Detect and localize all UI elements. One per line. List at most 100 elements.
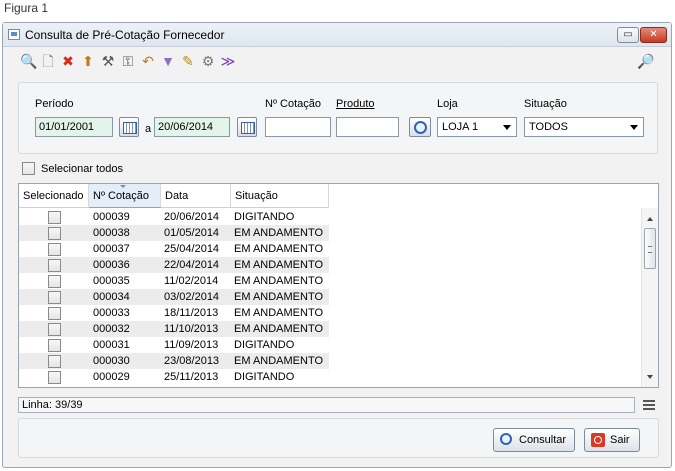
situacao-cell: EM ANDAMENTO (234, 323, 324, 335)
table-row[interactable]: 000036 22/04/2014 EM ANDAMENTO (19, 257, 329, 273)
key-icon[interactable]: ⚿ (120, 53, 136, 69)
row-select-cell[interactable] (48, 225, 61, 241)
column-header-cotacao[interactable]: Nº Cotação (89, 184, 161, 208)
table-row[interactable]: 000034 03/02/2014 EM ANDAMENTO (19, 289, 329, 305)
row-select-cell[interactable] (48, 321, 61, 337)
row-checkbox[interactable] (48, 227, 61, 241)
cotacao-cell: 000039 (93, 211, 130, 223)
menu-icon[interactable] (643, 400, 655, 410)
row-checkbox[interactable] (48, 323, 61, 337)
date-to-field[interactable]: 20/06/2014 (154, 117, 230, 137)
date-from-field[interactable]: 01/01/2001 (35, 117, 113, 137)
cotacao-cell: 000032 (93, 323, 130, 335)
row-checkbox[interactable] (48, 275, 61, 289)
situacao-select-value: TODOS (529, 121, 568, 133)
filter-icon[interactable]: ▼ (160, 53, 176, 69)
row-checkbox[interactable] (48, 259, 61, 273)
table-row[interactable]: 000032 11/10/2013 EM ANDAMENTO (19, 321, 329, 337)
cotacao-input[interactable] (265, 117, 331, 137)
calendar-from-icon[interactable] (119, 117, 139, 137)
row-select-cell[interactable] (48, 337, 61, 353)
select-all-label: Selecionar todos (41, 163, 123, 175)
produto-search-icon[interactable] (409, 117, 431, 137)
row-checkbox[interactable] (48, 339, 61, 353)
calendar-to-icon[interactable] (237, 117, 257, 137)
exit-icon (591, 433, 605, 447)
edit-icon[interactable]: ✎ (180, 53, 196, 69)
row-checkbox[interactable] (48, 211, 61, 225)
main-window: Consulta de Pré-Cotação Fornecedor ▭ ✕ 🔎… (2, 22, 672, 468)
consultar-button[interactable]: Consultar (493, 428, 575, 452)
tools-icon[interactable]: ⚒ (100, 53, 116, 69)
search-icon (500, 433, 512, 445)
scroll-thumb[interactable] (644, 228, 656, 269)
table-row[interactable]: 000035 11/02/2014 EM ANDAMENTO (19, 273, 329, 289)
sair-label: Sair (610, 434, 630, 446)
situacao-select[interactable]: TODOS (524, 117, 644, 137)
consultar-label: Consultar (519, 434, 567, 446)
row-select-cell[interactable] (48, 289, 61, 305)
loja-select[interactable]: LOJA 1 (437, 117, 517, 137)
row-checkbox[interactable] (48, 371, 61, 385)
minimize-button[interactable]: ▭ (617, 27, 639, 43)
table-row[interactable]: 000038 01/05/2014 EM ANDAMENTO (19, 225, 329, 241)
row-select-cell[interactable] (48, 273, 61, 289)
cotacao-cell: 000029 (93, 371, 130, 383)
cotacao-cell: 000033 (93, 307, 130, 319)
sair-button[interactable]: Sair (584, 428, 640, 452)
table-row[interactable]: 000031 11/09/2013 DIGITANDO (19, 337, 329, 353)
row-select-cell[interactable] (48, 241, 61, 257)
delete-icon[interactable]: ✖ (60, 53, 76, 69)
scroll-up-icon[interactable] (647, 217, 653, 221)
situacao-cell: EM ANDAMENTO (234, 355, 324, 367)
row-checkbox[interactable] (48, 307, 61, 321)
table-row[interactable]: 000033 18/11/2013 EM ANDAMENTO (19, 305, 329, 321)
data-cell: 11/02/2014 (164, 275, 219, 287)
loja-label: Loja (437, 98, 458, 110)
settings-icon[interactable]: ⚙ (200, 53, 216, 69)
select-all-checkbox[interactable]: Selecionar todos (22, 162, 123, 176)
table-row[interactable]: 000037 25/04/2014 EM ANDAMENTO (19, 241, 329, 257)
help-icon[interactable]: 🔎 (637, 53, 654, 69)
close-button[interactable]: ✕ (640, 27, 667, 43)
window-icon (8, 29, 20, 40)
situacao-cell: EM ANDAMENTO (234, 227, 324, 239)
row-select-cell[interactable] (48, 305, 61, 321)
vertical-scrollbar[interactable] (641, 208, 658, 387)
undo-icon[interactable]: ↶ (140, 53, 156, 69)
row-select-cell[interactable] (48, 353, 61, 369)
cotacao-label: Nº Cotação (265, 98, 321, 110)
new-document-icon[interactable]: 🗋 (40, 53, 56, 69)
situacao-cell: DIGITANDO (234, 371, 295, 383)
data-cell: 01/05/2014 (164, 227, 220, 239)
data-cell: 18/11/2013 (164, 307, 219, 319)
row-select-cell[interactable] (48, 257, 61, 273)
row-select-cell[interactable] (48, 209, 61, 225)
row-checkbox[interactable] (48, 243, 61, 257)
table-row[interactable]: 000029 25/11/2013 DIGITANDO (19, 369, 329, 385)
data-cell: 20/06/2014 (164, 211, 220, 223)
cotacao-cell: 000030 (93, 355, 130, 367)
grid-header: Selecionado Nº Cotação Data Situação (19, 184, 329, 208)
produto-input[interactable] (336, 117, 399, 137)
row-select-cell[interactable] (48, 369, 61, 385)
range-separator: a (145, 123, 152, 135)
checkbox[interactable] (22, 162, 35, 175)
export-icon[interactable]: ⬆ (80, 53, 96, 69)
table-row[interactable]: 000030 23/08/2013 EM ANDAMENTO (19, 353, 329, 369)
table-row[interactable]: 000039 20/06/2014 DIGITANDO (19, 209, 329, 225)
produto-label[interactable]: Produto (336, 98, 375, 110)
column-header-selecionado[interactable]: Selecionado (19, 184, 89, 208)
filter-panel: Período 01/01/2001 a 20/06/2014 Nº Cotaç… (18, 82, 658, 154)
search-icon[interactable]: 🔍 (20, 53, 37, 69)
column-header-cotacao-label: Nº Cotação (93, 190, 149, 202)
forward-icon[interactable]: ≫ (220, 53, 236, 69)
row-checkbox[interactable] (48, 291, 61, 305)
chevron-down-icon (503, 125, 511, 130)
column-header-situacao[interactable]: Situação (231, 184, 329, 208)
column-header-data[interactable]: Data (161, 184, 231, 208)
situacao-cell: DIGITANDO (234, 211, 295, 223)
scroll-down-icon[interactable] (647, 375, 653, 379)
row-checkbox[interactable] (48, 355, 61, 369)
cotacao-cell: 000036 (93, 259, 130, 271)
